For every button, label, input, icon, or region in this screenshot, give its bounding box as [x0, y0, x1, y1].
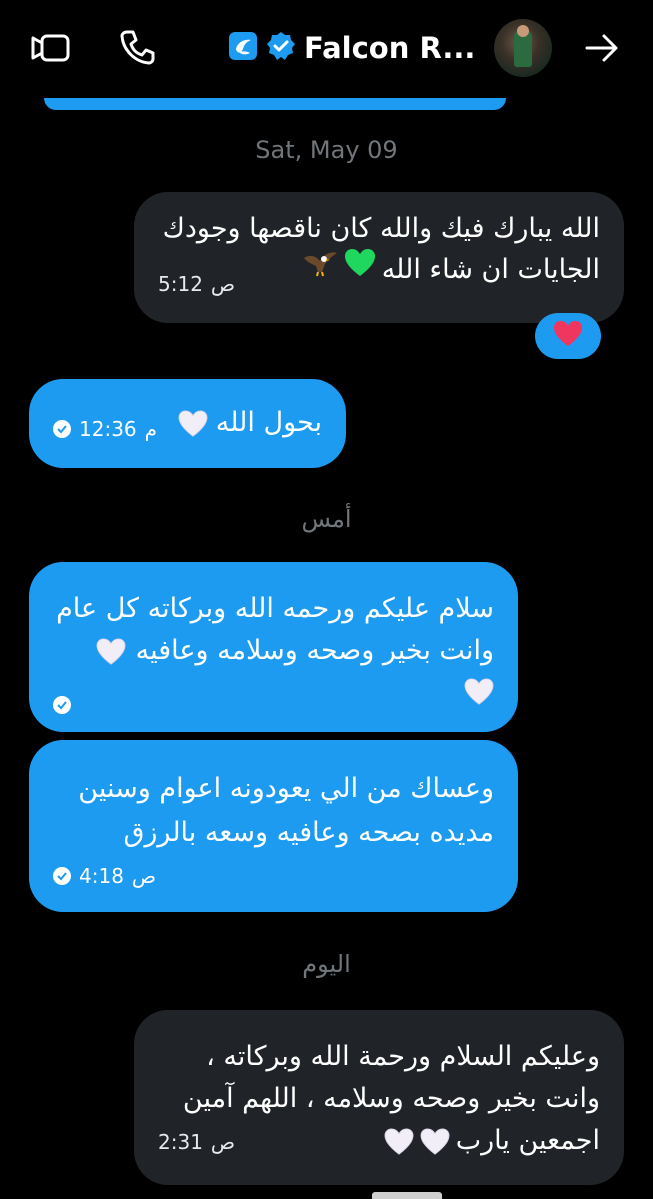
message-period: ص — [210, 1130, 236, 1154]
message-text: سلام عليكم ورحمه الله وبركاته كل عام — [56, 593, 494, 624]
white-heart-icon — [178, 402, 208, 444]
message-period: ص — [131, 864, 157, 888]
date-separator: أمس — [301, 505, 352, 533]
message-bubble-outgoing[interactable]: بحول الله 12:36 م — [29, 379, 346, 468]
eagle-icon — [302, 248, 338, 291]
message-time: 2:31 — [158, 1130, 203, 1154]
message-reaction[interactable] — [535, 313, 601, 359]
message-text: وانت بخير وصحه وسلامه وعافيه — [135, 635, 494, 666]
message-time: 4:18 — [79, 864, 124, 888]
read-check-icon — [53, 420, 71, 438]
message-text-line2: الجايات ان شاء الله — [302, 248, 600, 291]
composer-edge — [372, 1192, 442, 1199]
date-separator: اليوم — [302, 950, 351, 978]
message-meta: 2:31 ص — [158, 1130, 235, 1154]
message-text: اجمعين يارب — [455, 1125, 600, 1156]
video-camera-icon[interactable] — [28, 28, 74, 68]
green-heart-icon — [344, 248, 376, 291]
message-text: بحول الله — [215, 407, 322, 438]
date-separator: Sat, May 09 — [255, 136, 398, 164]
white-heart-icon — [96, 630, 126, 672]
message-bubble-incoming[interactable]: الله يبارك فيك والله كان ناقصها وجودك ال… — [134, 192, 624, 323]
message-text: الجايات ان شاء الله — [381, 253, 600, 285]
message-text: مديده بصحه وعافيه وسعه بالرزق — [123, 817, 494, 848]
message-bubble-incoming[interactable]: وعليكم السلام ورحمة الله وبركاته ، وانت … — [134, 1010, 624, 1185]
message-bubble-outgoing[interactable]: سلام عليكم ورحمه الله وبركاته كل عام وان… — [29, 562, 518, 732]
message-meta: 5:12 ص — [158, 272, 235, 296]
avatar[interactable] — [494, 19, 552, 77]
message-period: م — [144, 417, 158, 441]
contact-name: Falcon R... — [304, 31, 476, 65]
message-meta: 12:36 م — [53, 417, 157, 441]
conversation-header: Falcon R... — [0, 0, 653, 100]
message-text-line2: وانت بخير وصحه وسلامه وعافيه — [96, 630, 494, 672]
white-heart-icon — [420, 1120, 450, 1162]
message-text-line3 — [464, 670, 494, 712]
message-period: ص — [210, 272, 236, 296]
message-text: وعليكم السلام ورحمة الله وبركاته ، — [206, 1041, 600, 1072]
white-heart-icon — [384, 1120, 414, 1162]
message-text-line3: اجمعين يارب — [384, 1120, 600, 1162]
message-text: وعساك من الي يعودونه اعوام وسنين — [78, 773, 494, 804]
message-bubble-outgoing[interactable]: وعساك من الي يعودونه اعوام وسنين مديده ب… — [29, 740, 518, 912]
conversation-title[interactable]: Falcon R... — [228, 24, 475, 72]
message-meta — [53, 696, 71, 714]
brand-logo-icon — [228, 31, 258, 65]
message-text-line1: بحول الله — [178, 402, 322, 444]
previous-message-edge — [44, 98, 506, 110]
message-time: 12:36 — [79, 417, 137, 441]
arrow-right-icon[interactable] — [582, 30, 622, 66]
red-heart-icon — [553, 320, 583, 352]
dm-conversation-screen: Falcon R... Sat, May 09 الله يبارك فيك و… — [0, 0, 653, 1199]
message-meta: 4:18 ص — [53, 864, 156, 888]
message-text: وانت بخير وصحه وسلامه ، اللهم آمين — [182, 1083, 600, 1114]
white-heart-icon — [464, 675, 494, 706]
read-check-icon — [53, 696, 71, 714]
message-time: 5:12 — [158, 272, 203, 296]
phone-icon[interactable] — [116, 26, 158, 68]
message-text: الله يبارك فيك والله كان ناقصها وجودك — [162, 213, 600, 244]
verified-badge-icon — [266, 31, 296, 65]
read-check-icon — [53, 867, 71, 885]
